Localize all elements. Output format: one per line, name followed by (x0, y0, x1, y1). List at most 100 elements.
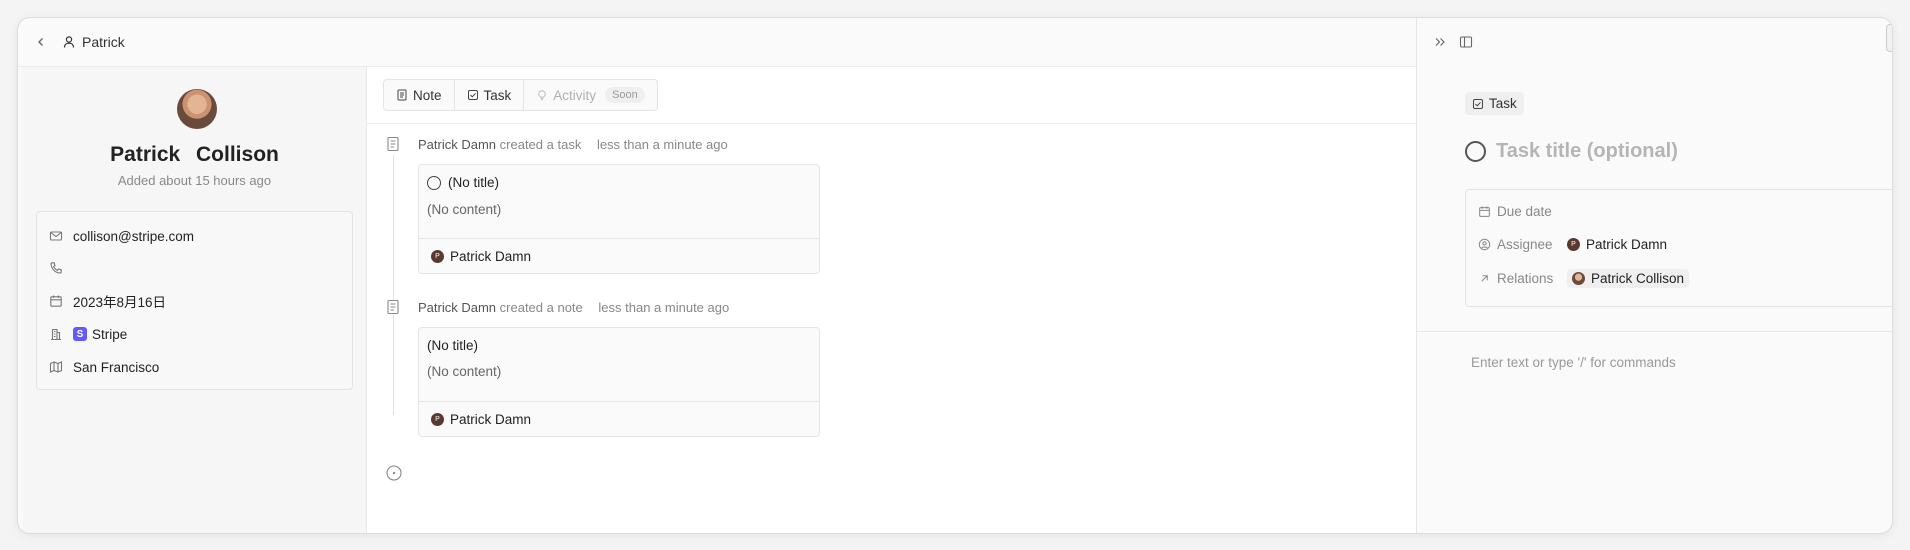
card-content: (No content) (427, 364, 502, 379)
date-value: 2023年8月16日 (73, 295, 167, 310)
divider (367, 123, 1416, 124)
task-properties: Due date Assignee P Patrick Damn Relatio… (1465, 189, 1892, 307)
avatar: P (431, 250, 444, 263)
expand-panel-button[interactable] (1457, 33, 1475, 51)
assignee-name: Patrick Damn (1586, 236, 1668, 252)
chevron-left-icon (38, 38, 43, 46)
back-button[interactable] (28, 29, 54, 55)
relation-name: Patrick Collison (1591, 270, 1685, 286)
card-title-text: (No title) (448, 175, 500, 190)
panel-edge-handle[interactable] (1886, 24, 1892, 52)
added-time: Added about 15 hours ago (117, 173, 272, 188)
timestamp: less than a minute ago (596, 137, 728, 152)
relations-row[interactable]: Relations Patrick Collison (1478, 267, 1690, 289)
note-icon (397, 89, 407, 101)
note-icon (386, 299, 400, 315)
tab-activity-label: Activity (553, 87, 597, 103)
company-field[interactable]: S Stripe (49, 324, 127, 344)
task-type-chip: Task (1465, 92, 1524, 115)
date-field[interactable]: 2023年8月16日 (49, 291, 166, 311)
phone-field[interactable] (49, 258, 73, 278)
add-activity-icon[interactable] (386, 465, 402, 481)
actor-name[interactable]: Patrick Damn (418, 300, 496, 315)
breadcrumb-label: Patrick (82, 34, 125, 50)
stripe-logo: S (73, 327, 87, 341)
tab-task[interactable]: Task (455, 80, 525, 110)
due-date-row[interactable]: Due date (1478, 200, 1567, 222)
card-footer: P Patrick Damn (419, 238, 819, 274)
task-title-input[interactable] (1496, 140, 1876, 163)
user-circle-icon (1478, 238, 1491, 250)
person-icon (63, 36, 75, 48)
breadcrumb: Patrick (62, 34, 125, 50)
profile-fields: collison@stripe.com 2023年8月16日 S Stripe (36, 211, 353, 390)
task-chip-label: Task (1489, 96, 1517, 111)
task-title-row (1465, 140, 1876, 163)
city-field[interactable]: San Francisco (49, 357, 159, 377)
checkbox-icon (1473, 98, 1483, 109)
calendar-icon (49, 294, 63, 308)
tab-bar: Note Task Activity Soon (383, 79, 658, 111)
double-chevron-right-icon (1435, 38, 1445, 46)
assignee-label: Assignee (1478, 237, 1567, 252)
person-name[interactable]: Patrick Collison (22, 143, 367, 167)
main-layout: Patrick Collison Added about 15 hours ag… (18, 66, 1416, 533)
avatar[interactable] (177, 89, 217, 129)
map-icon (49, 360, 63, 374)
city-value: San Francisco (73, 359, 160, 375)
card-footer: P Patrick Damn (419, 401, 819, 437)
note-card[interactable]: (No title) (No content) P Patrick Damn (418, 327, 820, 437)
task-status-circle[interactable] (427, 175, 441, 190)
relations-label: Relations (1478, 271, 1567, 286)
tab-note[interactable]: Note (384, 80, 455, 110)
card-title: (No title) (427, 338, 479, 353)
card-user: Patrick Damn (450, 249, 532, 264)
avatar: P (431, 413, 444, 426)
due-date-text: Due date (1497, 203, 1552, 219)
relation-chip[interactable]: Patrick Collison (1567, 268, 1690, 288)
company-chip[interactable]: S Stripe (73, 327, 127, 342)
assignee-text: Assignee (1497, 236, 1553, 252)
email-field[interactable]: collison@stripe.com (49, 226, 194, 246)
timeline-panel: Note Task Activity Soon Patrick Damn cre… (367, 67, 1416, 533)
arrow-up-right-icon (1481, 274, 1488, 282)
lightbulb-icon (538, 90, 547, 101)
assignee-row[interactable]: Assignee P Patrick Damn (1478, 233, 1667, 255)
assignee-value[interactable]: P Patrick Damn (1567, 237, 1667, 252)
sidebar-layout-icon (1459, 36, 1473, 48)
soon-badge: Soon (605, 87, 645, 103)
panel-toolbar (1417, 18, 1892, 66)
timeline-line (393, 155, 394, 415)
task-card[interactable]: (No title) (No content) P Patrick Damn (418, 164, 820, 274)
checkbox-icon (467, 90, 478, 100)
card-content: (No content) (427, 202, 502, 217)
relations-text: Relations (1497, 270, 1554, 286)
timeline-item-header: Patrick Damn created a note less than a … (418, 300, 729, 315)
company-value: Stripe (92, 326, 128, 342)
collapse-panel-button[interactable] (1431, 33, 1449, 51)
app-window: Patrick Patrick Collison Added about 15 … (18, 18, 1892, 533)
task-complete-circle[interactable] (1465, 141, 1486, 162)
top-bar: Patrick (18, 18, 1416, 66)
calendar-icon (1479, 205, 1490, 217)
card-title: (No title) (427, 175, 499, 190)
profile-sidebar: Patrick Collison Added about 15 hours ag… (22, 67, 367, 533)
task-detail-panel: Task Due date Assignee P Patrick Dam (1416, 18, 1892, 533)
timestamp: less than a minute ago (598, 300, 730, 315)
avatar: P (1567, 237, 1580, 251)
tab-activity: Activity Soon (524, 80, 656, 110)
email-value: collison@stripe.com (73, 228, 194, 244)
tab-note-label: Note (413, 87, 442, 103)
building-icon (49, 327, 63, 341)
body-editor[interactable]: Enter text or type '/' for commands (1471, 355, 1676, 370)
note-icon (386, 136, 400, 152)
action-text: created a note (499, 300, 583, 315)
actor-name[interactable]: Patrick Damn (418, 137, 496, 152)
timeline-item-header: Patrick Damn created a task less than a … (418, 137, 728, 152)
mail-icon (49, 229, 63, 243)
tab-task-label: Task (483, 87, 512, 103)
phone-icon (49, 261, 63, 275)
avatar (1572, 271, 1585, 285)
card-user: Patrick Damn (450, 412, 532, 427)
action-text: created a task (499, 137, 582, 152)
